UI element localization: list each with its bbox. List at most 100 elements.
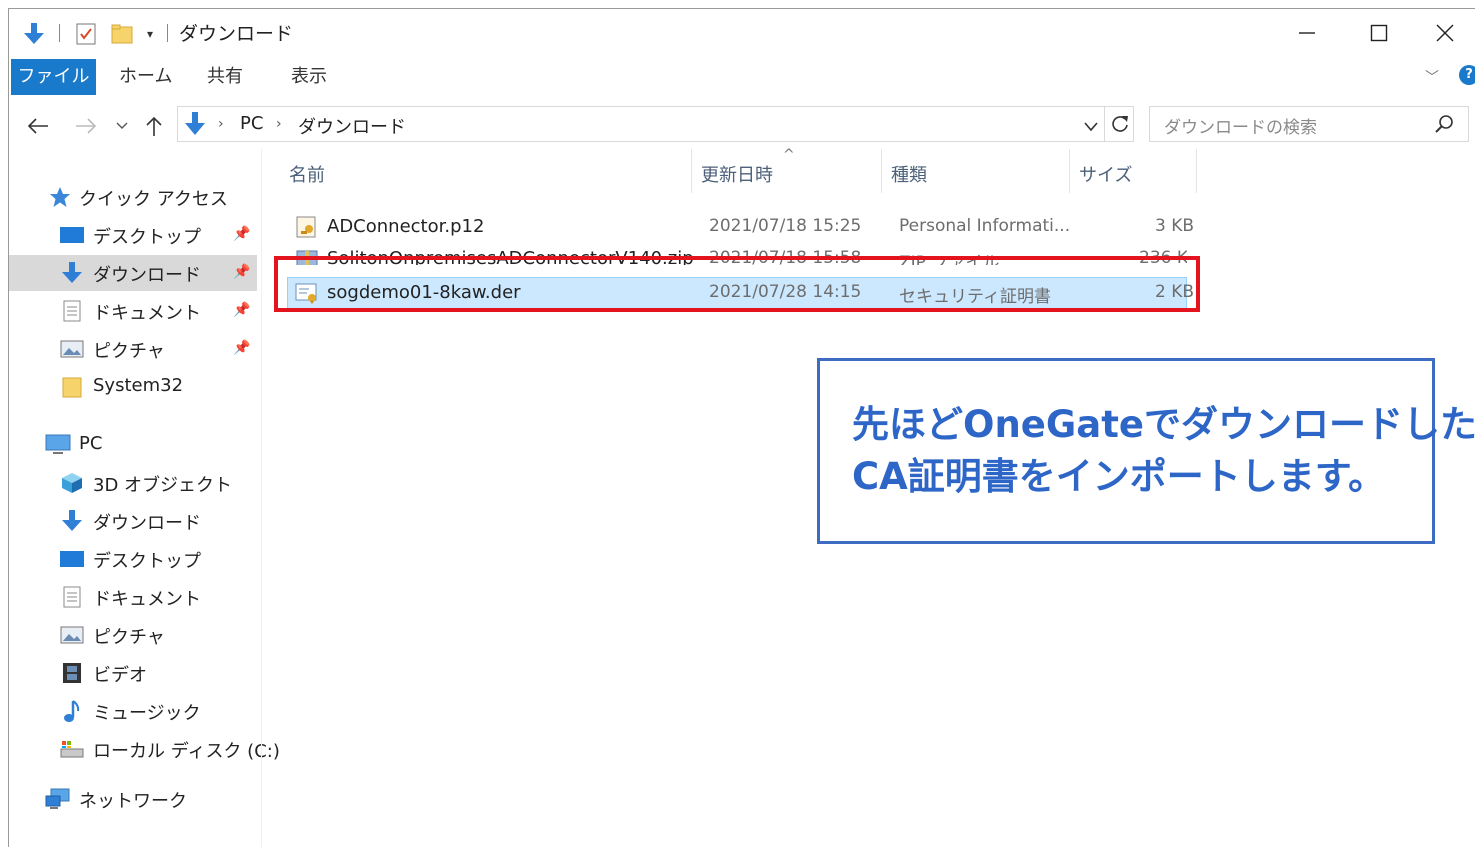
separator xyxy=(59,24,60,42)
column-separator[interactable] xyxy=(1069,149,1070,193)
pictures-icon xyxy=(59,624,85,646)
separator xyxy=(167,24,168,42)
breadcrumb-separator-icon: › xyxy=(218,116,224,132)
search-input[interactable]: ダウンロードの検索 xyxy=(1149,106,1469,142)
nav-label: ドキュメント xyxy=(93,589,201,610)
nav-item-local-disk[interactable]: ローカル ディスク (C:) xyxy=(9,731,280,767)
address-row: › PC › ダウンロード ダウンロードの検索 xyxy=(9,105,1475,147)
nav-item-pc-pictures[interactable]: ピクチャ xyxy=(9,617,257,653)
certificate-key-icon xyxy=(295,215,319,239)
callout-line-2: CA証明書をインポートします。 xyxy=(852,455,1386,498)
tab-home[interactable]: ホーム xyxy=(105,59,186,95)
close-button[interactable] xyxy=(1415,9,1475,57)
nav-label: ネットワーク xyxy=(79,791,187,812)
drive-icon xyxy=(59,738,85,760)
breadcrumb-downloads[interactable]: ダウンロード xyxy=(298,113,406,139)
expand-ribbon-chevron-icon[interactable]: ﹀ xyxy=(1425,67,1439,87)
nav-item-videos[interactable]: ビデオ xyxy=(9,655,257,691)
nav-label: クイック アクセス xyxy=(79,189,228,210)
tab-view[interactable]: 表示 xyxy=(277,59,341,95)
nav-item-documents[interactable]: ドキュメント 📌 xyxy=(9,293,257,329)
callout-text: 先ほどOneGateでダウンロードした CA証明書をインポートします。 xyxy=(852,399,1475,503)
address-dropdown-chevron-icon[interactable] xyxy=(1084,117,1098,136)
pane-divider[interactable] xyxy=(261,149,262,847)
refresh-icon[interactable] xyxy=(1110,114,1130,138)
3d-objects-icon xyxy=(59,472,85,494)
minimize-button[interactable] xyxy=(1271,9,1343,57)
pin-icon[interactable]: 📌 xyxy=(233,264,250,280)
pin-icon[interactable]: 📌 xyxy=(233,302,250,318)
callout-line-1: 先ほどOneGateでダウンロードした xyxy=(852,403,1475,446)
document-icon xyxy=(59,586,85,608)
nav-label: ダウンロード xyxy=(93,265,201,286)
ribbon-tabs: ファイル ホーム 共有 表示 ﹀ ? xyxy=(9,59,1475,95)
nav-quick-access[interactable]: クイック アクセス xyxy=(9,179,257,215)
column-header-size[interactable]: サイズ xyxy=(1079,161,1132,187)
address-bar[interactable]: › PC › ダウンロード xyxy=(177,106,1134,142)
nav-item-pc-downloads[interactable]: ダウンロード xyxy=(9,503,257,539)
navigation-pane: クイック アクセス デスクトップ 📌 ダウンロード 📌 ドキュメント 📌 ピクチ… xyxy=(9,149,280,847)
search-icon[interactable] xyxy=(1434,114,1454,138)
tab-share[interactable]: 共有 xyxy=(193,59,257,95)
title-bar: ▾ ダウンロード xyxy=(9,9,1475,57)
column-header-name[interactable]: 名前 xyxy=(289,161,325,187)
nav-label: 3D オブジェクト xyxy=(93,475,233,496)
desktop-icon xyxy=(59,224,85,246)
nav-item-pictures[interactable]: ピクチャ 📌 xyxy=(9,331,257,367)
column-header-type[interactable]: 種類 xyxy=(891,161,927,187)
pin-icon[interactable]: 📌 xyxy=(233,340,250,356)
up-button[interactable] xyxy=(141,113,167,139)
column-separator[interactable] xyxy=(881,149,882,193)
new-folder-icon[interactable] xyxy=(109,21,135,47)
nav-label: ピクチャ xyxy=(93,341,165,362)
nav-item-system32[interactable]: System32 xyxy=(9,369,257,405)
folder-icon xyxy=(59,376,85,398)
tab-file[interactable]: ファイル xyxy=(11,59,96,95)
help-icon[interactable]: ? xyxy=(1459,65,1475,85)
window-title: ダウンロード xyxy=(179,23,294,45)
nav-label: ダウンロード xyxy=(93,513,201,534)
music-icon xyxy=(59,700,85,722)
download-arrow-icon[interactable] xyxy=(21,21,47,47)
nav-item-pc-desktop[interactable]: デスクトップ xyxy=(9,541,257,577)
nav-item-desktop[interactable]: デスクトップ 📌 xyxy=(9,217,257,253)
nav-label: ミュージック xyxy=(93,703,201,724)
nav-item-pc-documents[interactable]: ドキュメント xyxy=(9,579,257,615)
nav-item-3d-objects[interactable]: 3D オブジェクト xyxy=(9,465,257,501)
nav-label: ローカル ディスク (C:) xyxy=(93,741,280,762)
column-separator[interactable] xyxy=(1196,149,1197,193)
nav-item-downloads[interactable]: ダウンロード 📌 xyxy=(9,255,257,291)
file-name: ADConnector.p12 xyxy=(327,216,485,237)
properties-icon[interactable] xyxy=(73,21,99,47)
nav-label: デスクトップ xyxy=(93,227,201,248)
breadcrumb-pc[interactable]: PC xyxy=(240,113,263,134)
file-type: Personal Informati... xyxy=(899,216,1071,236)
file-size: 3 KB xyxy=(1155,216,1195,236)
pictures-icon xyxy=(59,338,85,360)
nav-label: PC xyxy=(79,433,103,454)
search-placeholder: ダウンロードの検索 xyxy=(1164,118,1317,138)
separator xyxy=(1104,107,1105,141)
highlight-box xyxy=(274,256,1200,312)
nav-label: ピクチャ xyxy=(93,627,165,648)
file-row[interactable]: ADConnector.p12 2021/07/18 15:25 Persona… xyxy=(287,211,1194,243)
sort-ascending-icon: ^ xyxy=(783,147,795,163)
annotation-callout: 先ほどOneGateでダウンロードした CA証明書をインポートします。 xyxy=(817,358,1475,544)
column-separator[interactable] xyxy=(691,149,692,193)
computer-icon xyxy=(45,434,71,456)
breadcrumb-separator-icon: › xyxy=(276,116,282,132)
file-modified: 2021/07/18 15:25 xyxy=(709,216,862,236)
nav-item-music[interactable]: ミュージック xyxy=(9,693,257,729)
forward-button[interactable] xyxy=(73,113,99,139)
maximize-button[interactable] xyxy=(1343,9,1415,57)
back-button[interactable] xyxy=(25,113,51,139)
nav-pc[interactable]: PC xyxy=(9,427,257,463)
column-header-modified[interactable]: 更新日時 xyxy=(701,161,773,187)
customize-toolbar-chevron-icon[interactable]: ▾ xyxy=(141,21,159,47)
download-icon xyxy=(59,262,85,284)
video-icon xyxy=(59,662,85,684)
pin-icon[interactable]: 📌 xyxy=(233,226,250,242)
desktop-icon xyxy=(59,548,85,570)
recent-locations-chevron-icon[interactable] xyxy=(113,113,131,139)
nav-network[interactable]: ネットワーク xyxy=(9,781,257,817)
